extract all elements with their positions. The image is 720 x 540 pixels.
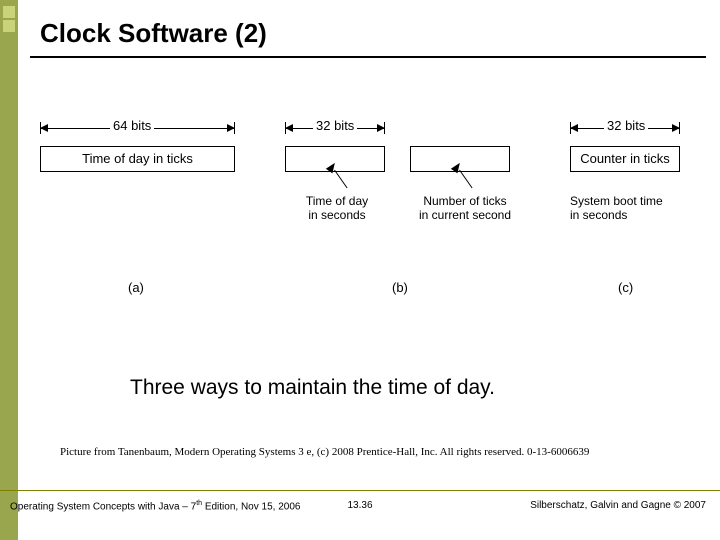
figure: 64 bits Time of day in ticks (a) 32 bits… xyxy=(30,120,700,320)
sub-b: (b) xyxy=(392,280,408,295)
dimension-c: 32 bits xyxy=(570,120,680,138)
footer-right: Silberschatz, Galvin and Gagne © 2007 xyxy=(530,500,706,511)
slide: Clock Software (2) 64 bits Time of day i… xyxy=(0,0,720,540)
arrow-line xyxy=(334,170,347,189)
footer-rule xyxy=(0,490,720,491)
sidebar-accent xyxy=(0,0,18,540)
accent-square xyxy=(3,6,15,18)
dimension-b: 32 bits xyxy=(285,120,385,138)
citation: Picture from Tanenbaum, Modern Operating… xyxy=(60,446,589,458)
title-rule xyxy=(30,56,706,58)
main-caption: Three ways to maintain the time of day. xyxy=(130,376,495,400)
bits-label-a: 64 bits xyxy=(110,118,154,133)
bits-label-b: 32 bits xyxy=(313,118,357,133)
caption-b1: Time of day in seconds xyxy=(292,194,382,223)
arrow-line xyxy=(459,170,472,189)
bits-label-c: 32 bits xyxy=(604,118,648,133)
sub-a: (a) xyxy=(128,280,144,295)
box-c: Counter in ticks xyxy=(570,146,680,172)
caption-b2: Number of ticks in current second xyxy=(410,194,520,223)
page-title: Clock Software (2) xyxy=(40,18,267,49)
box-a: Time of day in ticks xyxy=(40,146,235,172)
sub-c: (c) xyxy=(618,280,633,295)
caption-c: System boot time in seconds xyxy=(570,194,690,223)
accent-square xyxy=(3,20,15,32)
dimension-a: 64 bits xyxy=(40,120,235,138)
